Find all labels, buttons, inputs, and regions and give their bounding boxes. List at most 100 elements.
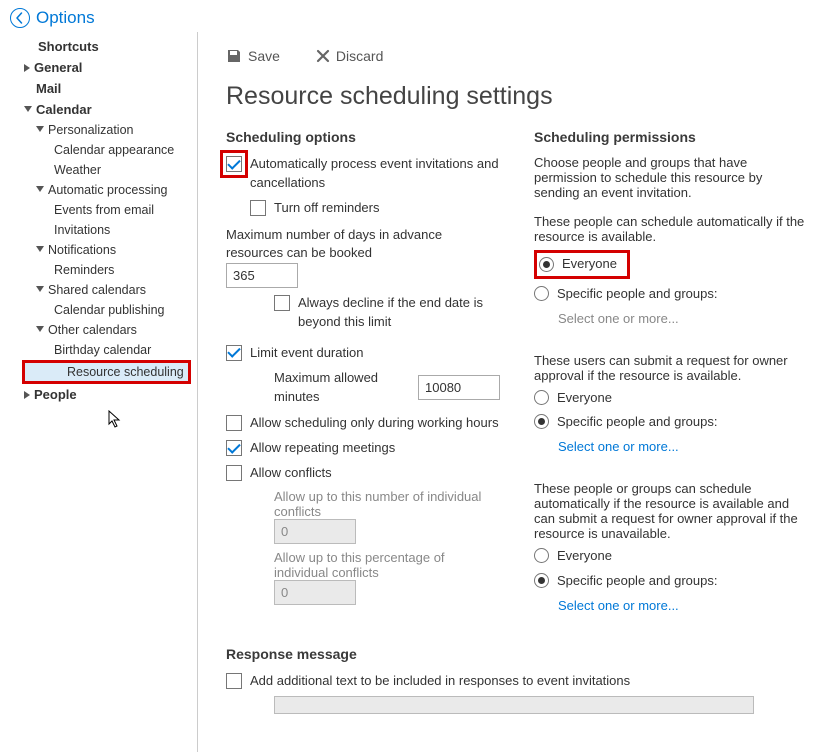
response-message-heading: Response message — [226, 646, 808, 662]
sidebar-item-birthday-calendar[interactable]: Birthday calendar — [0, 340, 197, 360]
sidebar-item-label: Notifications — [48, 243, 116, 257]
specific-label: Specific people and groups: — [557, 285, 717, 304]
allow-conflicts-label: Allow conflicts — [250, 464, 332, 483]
sidebar-item-calendar[interactable]: Calendar — [0, 99, 197, 120]
working-hours-label: Allow scheduling only during working hou… — [250, 414, 499, 433]
select-more-2[interactable]: Select one or more... — [558, 438, 679, 457]
sidebar-item-label: Birthday calendar — [54, 343, 151, 357]
caret-right-icon — [24, 391, 30, 399]
scheduling-options-section: Scheduling options Automatically process… — [226, 129, 500, 622]
sidebar-item-notifications[interactable]: Notifications — [0, 240, 197, 260]
specific-label-2: Specific people and groups: — [557, 413, 717, 432]
scheduling-permissions-heading: Scheduling permissions — [534, 129, 808, 145]
sidebar-item-other-calendars[interactable]: Other calendars — [0, 320, 197, 340]
save-icon — [226, 48, 242, 64]
checkbox-turn-off-reminders[interactable] — [250, 200, 266, 216]
options-sidebar: Shortcuts General Mail Calendar Personal… — [0, 32, 198, 752]
sidebar-item-weather[interactable]: Weather — [0, 160, 197, 180]
limit-duration-label: Limit event duration — [250, 344, 363, 363]
sidebar-item-label: Mail — [36, 81, 61, 96]
cursor-icon — [108, 410, 124, 430]
caret-down-icon — [36, 126, 44, 132]
sidebar-item-personalization[interactable]: Personalization — [0, 120, 197, 140]
sidebar-item-people[interactable]: People — [0, 384, 197, 405]
sidebar-item-label: Resource scheduling — [67, 365, 184, 379]
scheduling-options-heading: Scheduling options — [226, 129, 500, 145]
options-title: Options — [36, 8, 95, 28]
sidebar-item-shared-calendars[interactable]: Shared calendars — [0, 280, 197, 300]
radio-combo-specific[interactable] — [534, 573, 549, 588]
radio-auto-everyone[interactable] — [539, 257, 554, 272]
discard-label: Discard — [336, 48, 383, 64]
caret-down-icon — [36, 326, 44, 332]
allow-repeating-label: Allow repeating meetings — [250, 439, 395, 458]
everyone-label-3: Everyone — [557, 547, 612, 566]
sidebar-item-calendar-publishing[interactable]: Calendar publishing — [0, 300, 197, 320]
auto-schedule-label: These people can schedule automatically … — [534, 214, 808, 244]
sidebar-item-reminders[interactable]: Reminders — [0, 260, 197, 280]
radio-submit-specific[interactable] — [534, 414, 549, 429]
sidebar-item-label: Shared calendars — [48, 283, 146, 297]
checkbox-working-hours[interactable] — [226, 415, 242, 431]
select-more-3[interactable]: Select one or more... — [558, 597, 679, 616]
sidebar-item-resource-scheduling[interactable]: Resource scheduling — [22, 360, 191, 384]
sidebar-item-shortcuts[interactable]: Shortcuts — [0, 36, 197, 57]
max-days-label: Maximum number of days in advance resour… — [226, 226, 494, 264]
sidebar-item-label: Calendar — [36, 102, 92, 117]
checkbox-add-response-text[interactable] — [226, 673, 242, 689]
checkbox-allow-repeating[interactable] — [226, 440, 242, 456]
checkbox-auto-process[interactable] — [226, 156, 242, 172]
combo-label: These people or groups can schedule auto… — [534, 481, 808, 541]
sidebar-item-invitations[interactable]: Invitations — [0, 220, 197, 240]
save-button[interactable]: Save — [226, 48, 280, 64]
sidebar-item-label: Events from email — [54, 203, 154, 217]
caret-right-icon — [24, 64, 30, 72]
checkbox-always-decline[interactable] — [274, 295, 290, 311]
caret-down-icon — [24, 106, 32, 112]
sidebar-item-events-from-email[interactable]: Events from email — [0, 200, 197, 220]
radio-submit-everyone[interactable] — [534, 390, 549, 405]
discard-button[interactable]: Discard — [316, 48, 383, 64]
caret-down-icon — [36, 186, 44, 192]
always-decline-label: Always decline if the end date is beyond… — [298, 294, 500, 332]
sidebar-item-label: Calendar publishing — [54, 303, 165, 317]
sidebar-item-general[interactable]: General — [0, 57, 197, 78]
everyone-label: Everyone — [562, 255, 617, 274]
caret-down-icon — [36, 286, 44, 292]
back-icon[interactable] — [10, 8, 30, 28]
sidebar-item-label: Personalization — [48, 123, 133, 137]
scheduling-permissions-section: Scheduling permissions Choose people and… — [534, 129, 808, 622]
percentage-conflicts-label: Allow up to this percentage of individua… — [274, 550, 500, 580]
sidebar-item-label: Reminders — [54, 263, 114, 277]
sidebar-item-calendar-appearance[interactable]: Calendar appearance — [0, 140, 197, 160]
max-minutes-label: Maximum allowed minutes — [274, 369, 410, 407]
sidebar-item-label: Other calendars — [48, 323, 137, 337]
add-response-text-label: Add additional text to be included in re… — [250, 672, 630, 691]
checkbox-allow-conflicts[interactable] — [226, 465, 242, 481]
sidebar-item-automatic-processing[interactable]: Automatic processing — [0, 180, 197, 200]
submit-request-label: These users can submit a request for own… — [534, 353, 808, 383]
discard-icon — [316, 49, 330, 63]
sidebar-item-label: General — [34, 60, 82, 75]
individual-conflicts-label: Allow up to this number of individual co… — [274, 489, 500, 519]
max-minutes-input[interactable] — [418, 375, 500, 400]
percentage-conflicts-input — [274, 580, 356, 605]
max-days-input[interactable] — [226, 263, 298, 288]
radio-combo-everyone[interactable] — [534, 548, 549, 563]
select-more-1[interactable]: Select one or more... — [558, 310, 679, 329]
checkbox-limit-duration[interactable] — [226, 345, 242, 361]
sidebar-item-label: Weather — [54, 163, 101, 177]
auto-process-label: Automatically process event invitations … — [250, 155, 500, 193]
radio-auto-specific[interactable] — [534, 286, 549, 301]
page-title: Resource scheduling settings — [226, 82, 808, 111]
sidebar-item-label: People — [34, 387, 77, 402]
specific-label-3: Specific people and groups: — [557, 572, 717, 591]
sidebar-item-label: Invitations — [54, 223, 110, 237]
sidebar-item-mail[interactable]: Mail — [0, 78, 197, 99]
turn-off-reminders-label: Turn off reminders — [274, 199, 380, 218]
caret-down-icon — [36, 246, 44, 252]
save-label: Save — [248, 48, 280, 64]
response-text-input — [274, 696, 754, 714]
sidebar-item-label: Calendar appearance — [54, 143, 174, 157]
permissions-intro: Choose people and groups that have permi… — [534, 155, 808, 200]
